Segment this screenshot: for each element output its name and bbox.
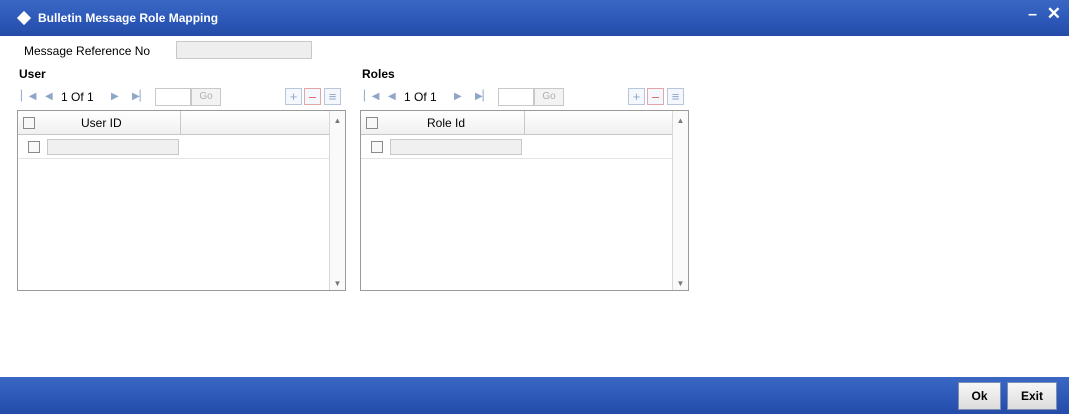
exit-button[interactable]: Exit <box>1007 382 1057 410</box>
roles-grid: Role Id ▲ ▼ <box>360 110 689 291</box>
user-id-column-header: User ID <box>81 116 122 130</box>
scroll-down-icon[interactable]: ▼ <box>673 279 688 288</box>
user-add-row-button[interactable]: + <box>285 88 302 105</box>
roles-select-all-checkbox[interactable] <box>366 117 378 129</box>
user-id-input[interactable] <box>47 139 179 155</box>
list-icon: ≡ <box>671 89 680 104</box>
close-icon[interactable]: ✕ <box>1047 4 1061 24</box>
plus-icon: + <box>632 89 641 104</box>
plus-icon: + <box>289 89 298 104</box>
column-divider <box>524 111 525 135</box>
roles-page-indicator: 1 Of 1 <box>404 90 437 104</box>
roles-row-checkbox[interactable] <box>371 141 383 153</box>
last-page-icon[interactable]: ▶▏ <box>132 87 147 107</box>
last-page-icon[interactable]: ▶▏ <box>475 87 490 107</box>
role-id-input[interactable] <box>390 139 522 155</box>
user-pager: ▏◀ ◀ 1 Of 1 ▶ ▶▏ Go + – ≡ <box>19 87 345 107</box>
user-go-button[interactable]: Go <box>191 88 221 106</box>
user-grid-header: User ID <box>18 111 329 135</box>
previous-page-icon[interactable]: ◀ <box>45 87 53 107</box>
roles-go-button[interactable]: Go <box>534 88 564 106</box>
table-row <box>18 135 329 159</box>
roles-add-row-button[interactable]: + <box>628 88 645 105</box>
scroll-up-icon[interactable]: ▲ <box>330 116 345 125</box>
diamond-icon <box>16 10 32 26</box>
user-grid-scrollbar[interactable]: ▲ ▼ <box>329 111 345 290</box>
window-title: Bulletin Message Role Mapping <box>38 11 219 25</box>
user-row-checkbox[interactable] <box>28 141 40 153</box>
column-divider <box>180 111 181 135</box>
message-reference-input[interactable] <box>176 41 312 59</box>
roles-delete-row-button[interactable]: – <box>647 88 664 105</box>
next-page-icon[interactable]: ▶ <box>454 87 462 107</box>
user-page-number-input[interactable] <box>155 88 191 106</box>
scroll-down-icon[interactable]: ▼ <box>330 279 345 288</box>
minus-icon: – <box>308 89 317 104</box>
role-id-column-header: Role Id <box>427 116 466 130</box>
minus-icon: – <box>651 89 660 104</box>
minimize-icon[interactable]: – <box>1028 6 1037 24</box>
ok-button[interactable]: Ok <box>958 382 1001 410</box>
message-reference-label: Message Reference No <box>24 44 151 58</box>
roles-grid-scrollbar[interactable]: ▲ ▼ <box>672 111 688 290</box>
roles-page-number-input[interactable] <box>498 88 534 106</box>
user-section-title: User <box>19 67 46 81</box>
table-row <box>361 135 672 159</box>
list-icon: ≡ <box>328 89 337 104</box>
window-titlebar: Bulletin Message Role Mapping – ✕ <box>0 0 1069 36</box>
user-select-all-checkbox[interactable] <box>23 117 35 129</box>
roles-grid-header: Role Id <box>361 111 672 135</box>
scroll-up-icon[interactable]: ▲ <box>673 116 688 125</box>
first-page-icon[interactable]: ▏◀ <box>364 87 379 107</box>
user-grid: User ID ▲ ▼ <box>17 110 346 291</box>
roles-pager: ▏◀ ◀ 1 Of 1 ▶ ▶▏ Go + – ≡ <box>362 87 688 107</box>
roles-section-title: Roles <box>362 67 395 81</box>
first-page-icon[interactable]: ▏◀ <box>21 87 36 107</box>
user-single-view-button[interactable]: ≡ <box>324 88 341 105</box>
footer-bar: Ok Exit <box>0 377 1069 414</box>
user-page-indicator: 1 Of 1 <box>61 90 94 104</box>
roles-single-view-button[interactable]: ≡ <box>667 88 684 105</box>
user-delete-row-button[interactable]: – <box>304 88 321 105</box>
previous-page-icon[interactable]: ◀ <box>388 87 396 107</box>
next-page-icon[interactable]: ▶ <box>111 87 119 107</box>
